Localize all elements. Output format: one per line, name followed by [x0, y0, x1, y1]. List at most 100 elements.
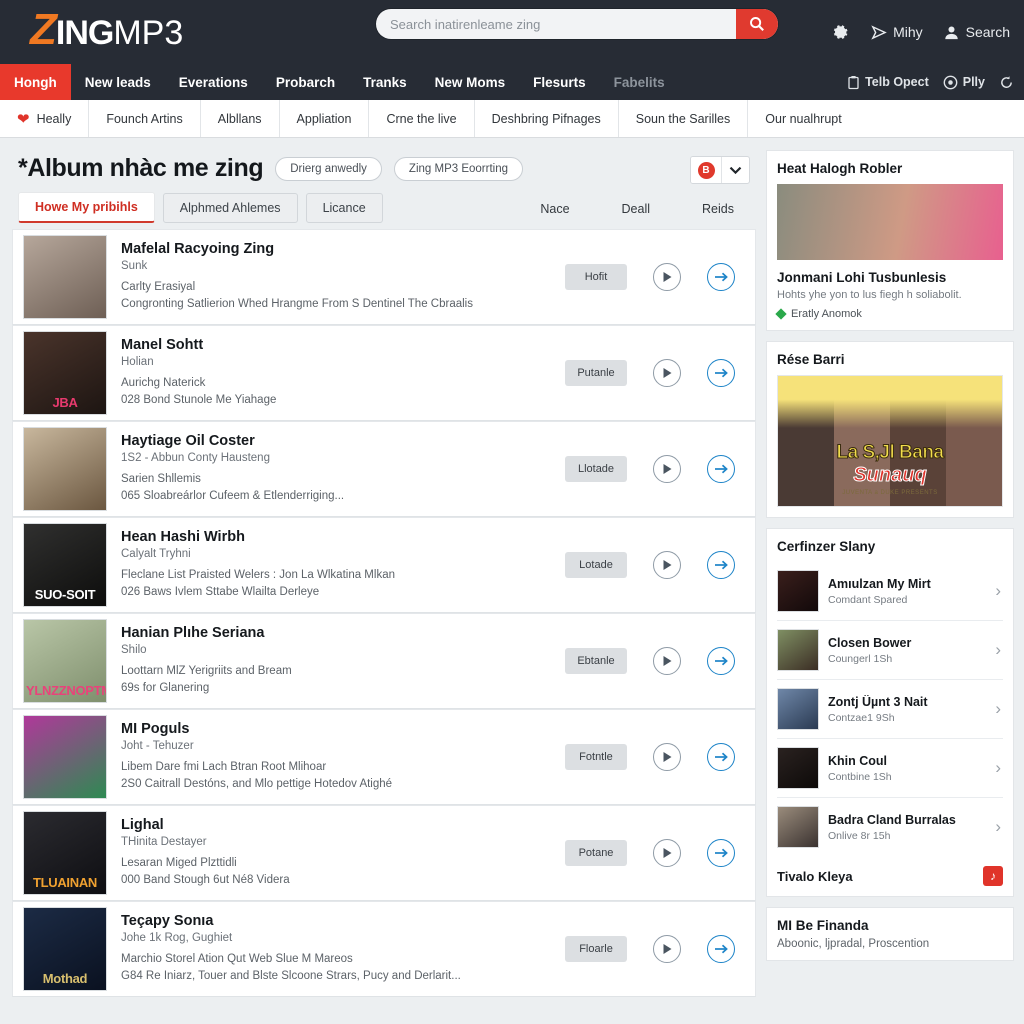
arrow-right-circle-icon [714, 944, 728, 954]
table-row[interactable]: Mafelal Racyoing Zing Sunk Carlty Erasiyal… [12, 229, 756, 325]
song-thumbnail[interactable] [23, 715, 107, 799]
subnav-item-albllans[interactable]: Albllans [201, 100, 280, 137]
subnav-item-soun-the-sarilles[interactable]: Soun the Sarilles [619, 100, 749, 137]
list-item[interactable]: Zontj Üµnt 3 Nait Contzae1 9Sh › [777, 680, 1003, 739]
subnav-item-our-nualhrupt[interactable]: Our nualhrupt [748, 100, 858, 137]
nav-item-new-moms[interactable]: New Moms [421, 64, 520, 100]
subnav-item-founch-artins[interactable]: Founch Artins [89, 100, 201, 137]
song-detail-line-1: Marchio Storel Ation Qut Web Slue M Mare… [121, 953, 353, 966]
table-row[interactable]: JBA Manel Sohtt Holian Aurichg Naterick 028 … [12, 325, 756, 421]
nav-item-fabelits[interactable]: Fabelits [600, 64, 679, 100]
settings-button[interactable] [831, 23, 850, 42]
table-row[interactable]: SUO-SOIT Hean Hashi Wirbh Calyalt Tryhni Fl… [12, 517, 756, 613]
goto-button[interactable] [707, 551, 735, 579]
nav-item-hongh[interactable]: Hongh [0, 64, 71, 100]
subnav-item-crne-the-live[interactable]: Crne the live [369, 100, 475, 137]
tab-alphmed-ahlemes[interactable]: Alphmed Ahlemes [162, 193, 298, 223]
goto-button[interactable] [707, 455, 735, 483]
table-row[interactable]: TLUAINAN Lighal THinita Destayer Lesaran Mi… [12, 805, 756, 901]
subnav-item-heally[interactable]: ❤ Heally [0, 100, 90, 137]
chevron-right-icon[interactable]: › [995, 758, 1003, 778]
song-tag-button[interactable]: Llotade [565, 456, 627, 482]
song-thumbnail[interactable]: SUO-SOIT [23, 523, 107, 607]
song-tag-button[interactable]: Floarle [565, 936, 627, 962]
tab-howe-my-pribihls[interactable]: Howe My pribihls [18, 192, 155, 223]
mihy-button[interactable]: Mihy [870, 24, 923, 41]
chevron-right-icon[interactable]: › [995, 699, 1003, 719]
play-button[interactable] [653, 839, 681, 867]
goto-button[interactable] [707, 647, 735, 675]
poster-image[interactable]: La S,Jl Bana Sunauq JUVENTA a DUKE PRESE… [777, 375, 1003, 507]
song-actions: Hofit [565, 263, 745, 291]
nav-item-tranks[interactable]: Tranks [349, 64, 421, 100]
goto-button[interactable] [707, 839, 735, 867]
subnav-label: Deshbring Pifnages [491, 111, 601, 126]
arrow-right-circle-icon [714, 368, 728, 378]
song-thumbnail[interactable]: Mothad [23, 907, 107, 991]
list-item[interactable]: Badra Cland Burralas Onlive 8r 15h › [777, 798, 1003, 856]
play-button[interactable] [653, 359, 681, 387]
song-thumbnail[interactable] [23, 235, 107, 319]
telb-opect-button[interactable]: Telb Opect [847, 75, 929, 90]
chevron-right-icon[interactable]: › [995, 640, 1003, 660]
list-item[interactable]: Khin Coul Contbine 1Sh › [777, 739, 1003, 798]
play-button[interactable] [653, 743, 681, 771]
nav-item-everations[interactable]: Everations [165, 64, 262, 100]
zingmp3-logo[interactable]: Z ING MP3 [30, 7, 183, 53]
thumbnail-image [24, 716, 106, 798]
pill-drierg-anwedly[interactable]: Drierg anwedly [275, 156, 382, 181]
search-submit-button[interactable] [736, 9, 778, 39]
song-title: MI Poguls [121, 721, 190, 738]
song-thumbnail[interactable]: JBA [23, 331, 107, 415]
subnav-item-appliation[interactable]: Appliation [280, 100, 370, 137]
tab-licance[interactable]: Licance [305, 193, 383, 223]
goto-button[interactable] [707, 935, 735, 963]
account-button[interactable]: Search [943, 24, 1010, 41]
song-tag-button[interactable]: Putanle [565, 360, 627, 386]
goto-button[interactable] [707, 263, 735, 291]
sidebar-card-featured: Heat Halogh Robler Jonmani Lohi Tusbunle… [766, 150, 1014, 331]
table-row[interactable]: MI Poguls Joht - Tehuzer Libem Dare fmi La… [12, 709, 756, 805]
pill-zing-mp3-eoorrting[interactable]: Zing MP3 Eoorrting [393, 156, 523, 181]
nav-item-new-leads[interactable]: New leads [71, 64, 165, 100]
goto-button[interactable] [707, 359, 735, 387]
table-row[interactable]: Haytiage Oil Coster 1S2 - Abbun Conty Hau… [12, 421, 756, 517]
nav-label: Everations [178, 74, 248, 90]
play-button[interactable] [653, 647, 681, 675]
table-row[interactable]: Mothad Teçapy Sonıa Johe 1k Rog, Gughiet Ma… [12, 901, 756, 997]
featured-image[interactable] [777, 184, 1003, 260]
main-nav-actions: Telb Opect Plly [847, 64, 1014, 100]
play-button[interactable] [653, 935, 681, 963]
song-tag-button[interactable]: Potane [565, 840, 627, 866]
refresh-button[interactable] [999, 75, 1014, 90]
list-item[interactable]: Closen Bower Coungerl 1Sh › [777, 621, 1003, 680]
goto-button[interactable] [707, 743, 735, 771]
chevron-right-icon[interactable]: › [995, 817, 1003, 837]
plly-button[interactable]: Plly [943, 75, 985, 90]
play-button[interactable] [653, 551, 681, 579]
song-tag-button[interactable]: Hofit [565, 264, 627, 290]
main-content: *Album nhàc me zing Drierg anwedly Zing … [12, 150, 756, 1024]
nav-item-probarch[interactable]: Probarch [262, 64, 349, 100]
song-thumbnail[interactable]: YLNZZNOPTMP [23, 619, 107, 703]
song-tag-button[interactable]: Lotade [565, 552, 627, 578]
nav-label: Tranks [363, 74, 407, 90]
song-thumbnail[interactable] [23, 427, 107, 511]
account-menu[interactable]: B [690, 156, 750, 184]
table-row[interactable]: YLNZZNOPTMP Hanian Plıhe Seriana Shilo Loot… [12, 613, 756, 709]
song-tag-button[interactable]: Fotntle [565, 744, 627, 770]
list-item-thumbnail [777, 570, 819, 612]
subnav-item-deshbring-pifnages[interactable]: Deshbring Pifnages [475, 100, 619, 137]
nav-item-flesurts[interactable]: Flesurts [519, 64, 600, 100]
song-detail-line-1: Sarien Shllemis [121, 473, 201, 486]
sidebar-list-footer[interactable]: Tivalo Kleya ♪ [777, 856, 1003, 886]
account-menu-caret[interactable] [721, 157, 749, 183]
play-button[interactable] [653, 263, 681, 291]
search-input[interactable] [376, 16, 736, 32]
chevron-right-icon[interactable]: › [995, 581, 1003, 601]
song-tag-button[interactable]: Ebtanle [565, 648, 627, 674]
search-bar[interactable] [376, 9, 778, 39]
list-item[interactable]: Amıulzan My Mirt Comdant Spared › [777, 562, 1003, 621]
play-button[interactable] [653, 455, 681, 483]
song-thumbnail[interactable]: TLUAINAN [23, 811, 107, 895]
